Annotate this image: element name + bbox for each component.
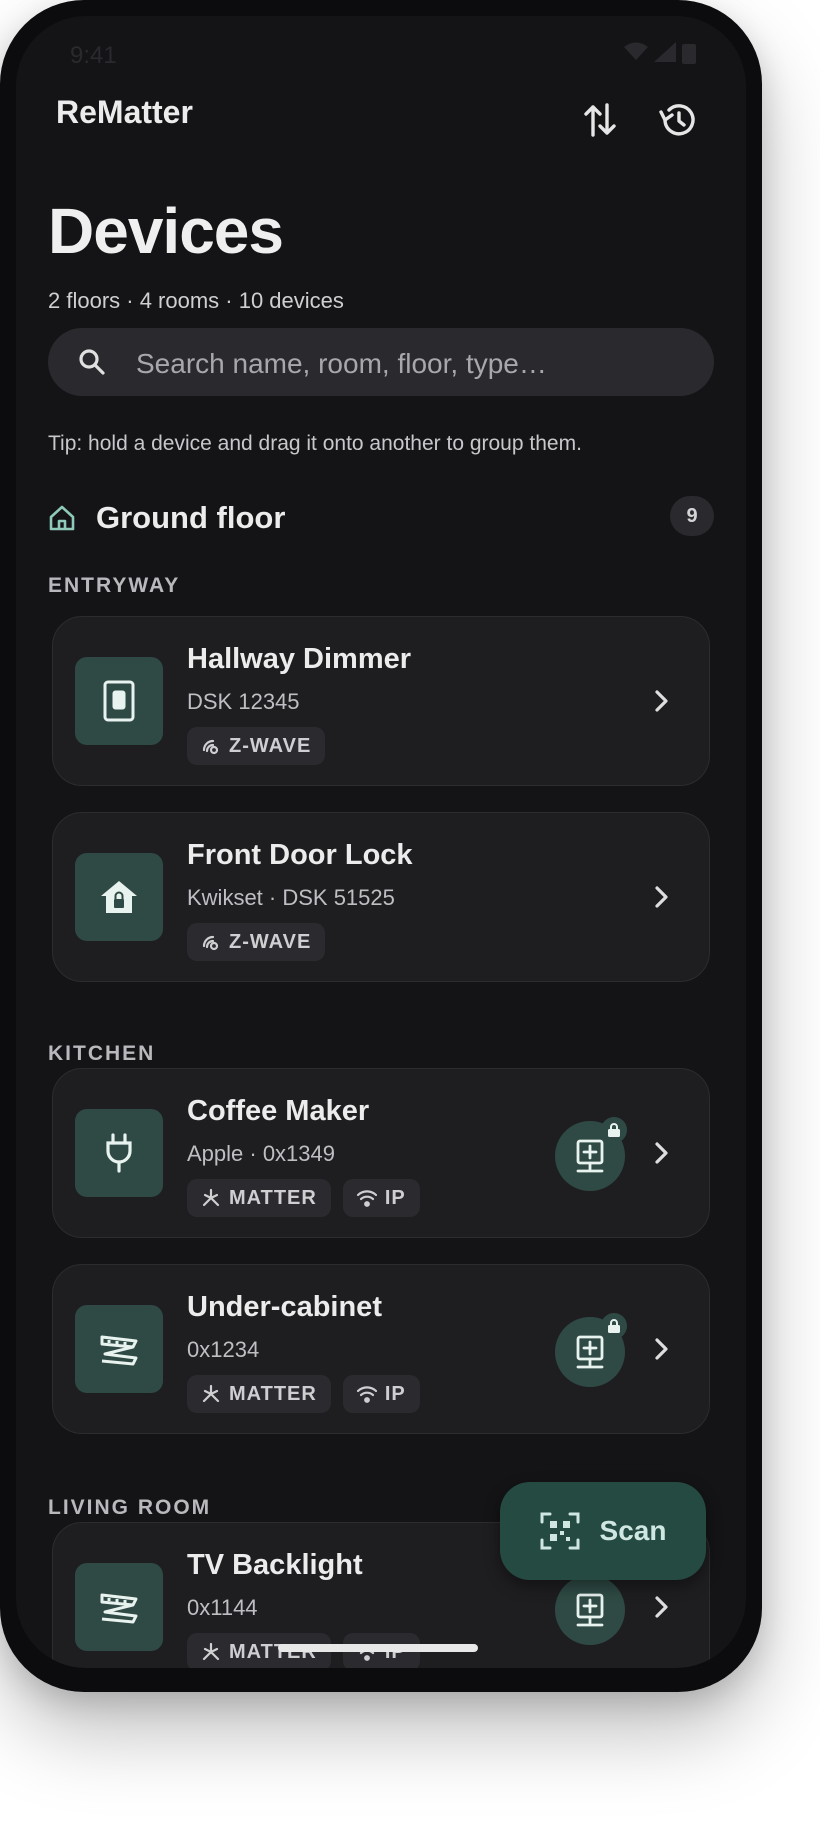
protocol-chips: MATTER IP <box>187 1179 420 1217</box>
qr-scan-icon <box>540 1512 580 1550</box>
wifi-icon <box>356 1386 377 1403</box>
device-summary: 2 floors · 4 rooms · 10 devices <box>48 288 344 313</box>
history-button[interactable] <box>652 94 704 146</box>
matter-icon <box>202 1384 220 1403</box>
chevron-right-icon <box>655 690 668 712</box>
lock-icon <box>601 1117 627 1143</box>
room-label-living-room: LIVING ROOM <box>48 1496 212 1519</box>
device-subtitle: 0x1234 <box>187 1337 260 1362</box>
protocol-chip: Z-WAVE <box>187 923 326 961</box>
floor-header[interactable]: Ground floor 9 <box>48 494 714 548</box>
room-label-entryway: ENTRYWAY <box>48 574 181 597</box>
home-indicator[interactable] <box>278 1644 478 1652</box>
app-title: ReMatter <box>56 94 193 130</box>
sort-arrows-icon <box>584 103 616 137</box>
home-lock-icon <box>75 853 163 941</box>
phone-frame: 9:41 ReMatter Devices 2 floors · 4 rooms… <box>0 0 762 1692</box>
device-card[interactable]: Front Door Lock Kwikset · DSK 51525 Z-WA… <box>52 812 710 982</box>
led-strip-icon <box>75 1563 163 1651</box>
led-strip-icon <box>75 1305 163 1393</box>
lock-icon <box>601 1313 627 1339</box>
zwave-icon <box>202 739 219 755</box>
device-name: Coffee Maker <box>187 1095 370 1127</box>
floor-device-count: 9 <box>670 496 714 536</box>
device-subtitle: DSK 12345 <box>187 689 300 714</box>
protocol-chip: MATTER <box>187 1179 331 1217</box>
search-placeholder: Search name, room, floor, type… <box>136 348 547 379</box>
room-label-kitchen: KITCHEN <box>48 1042 156 1065</box>
sort-button[interactable] <box>574 94 626 146</box>
wifi-icon <box>356 1190 377 1207</box>
status-bar: 9:41 <box>16 16 746 69</box>
matter-icon <box>202 1642 220 1661</box>
plug-icon <box>75 1109 163 1197</box>
status-time: 9:41 <box>70 42 117 69</box>
chevron-right-icon <box>655 1142 668 1164</box>
hub-add-icon <box>576 1335 604 1369</box>
protocol-chip: Z-WAVE <box>187 727 326 765</box>
matter-icon <box>202 1188 220 1207</box>
device-name: Front Door Lock <box>187 839 413 871</box>
device-subtitle: Apple · 0x1349 <box>187 1141 335 1166</box>
protocol-chip: IP <box>342 1179 420 1217</box>
device-card[interactable]: Under-cabinet 0x1234 MATTER IP <box>52 1264 710 1434</box>
protocol-chip: MATTER <box>187 1375 331 1413</box>
search-field[interactable]: Search name, room, floor, type… <box>48 328 714 396</box>
hub-add-icon <box>576 1593 604 1627</box>
hub-add-icon <box>576 1139 604 1173</box>
drag-tip: Tip: hold a device and drag it onto anot… <box>48 432 582 455</box>
battery-icon <box>682 44 696 64</box>
protocol-chips: Z-WAVE <box>187 923 326 961</box>
status-icons <box>624 42 696 64</box>
device-subtitle: 0x1144 <box>187 1595 258 1620</box>
zwave-icon <box>202 935 219 951</box>
scan-button[interactable]: Scan <box>500 1482 706 1580</box>
device-subtitle: Kwikset · DSK 51525 <box>187 885 395 910</box>
signal-icon <box>654 42 676 62</box>
page-title: Devices <box>48 195 284 267</box>
device-name: TV Backlight <box>187 1549 363 1581</box>
history-icon <box>659 104 695 136</box>
light-switch-icon <box>75 657 163 745</box>
chevron-right-icon <box>655 886 668 908</box>
protocol-chips: Z-WAVE <box>187 727 326 765</box>
protocol-chips: MATTER IP <box>187 1375 420 1413</box>
protocol-chip: IP <box>342 1375 420 1413</box>
floor-name: Ground floor <box>96 500 286 535</box>
wifi-icon <box>624 42 648 60</box>
app-screen: 9:41 ReMatter Devices 2 floors · 4 rooms… <box>16 16 746 1668</box>
add-to-hub-button[interactable] <box>555 1575 625 1645</box>
scan-label: Scan <box>599 1515 667 1546</box>
device-card[interactable]: Coffee Maker Apple · 0x1349 MATTER IP <box>52 1068 710 1238</box>
device-card[interactable]: Hallway Dimmer DSK 12345 Z-WAVE <box>52 616 710 786</box>
device-name: Under-cabinet <box>187 1291 382 1323</box>
home-icon <box>49 505 75 531</box>
chevron-right-icon <box>655 1596 668 1618</box>
chevron-right-icon <box>655 1338 668 1360</box>
search-icon <box>79 349 105 375</box>
device-name: Hallway Dimmer <box>187 643 412 675</box>
